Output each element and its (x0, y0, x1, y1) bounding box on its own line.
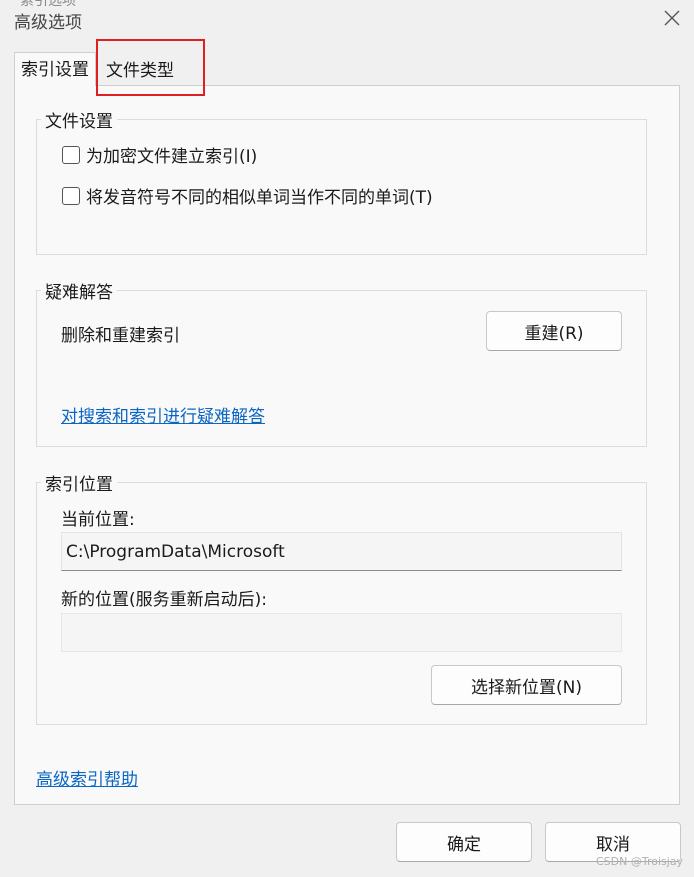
file-settings-legend: 文件设置 (41, 107, 117, 132)
encrypt-checkbox[interactable] (62, 146, 80, 164)
rebuild-button[interactable]: 重建(R) (486, 311, 622, 351)
new-location-field[interactable] (61, 613, 622, 652)
dialog-title: 高级选项 (14, 13, 82, 33)
index-location-legend: 索引位置 (41, 470, 117, 495)
close-button[interactable] (660, 6, 684, 30)
tab-file-types[interactable]: 文件类型 (96, 54, 206, 88)
ok-button[interactable]: 确定 (396, 822, 532, 862)
rebuild-text: 删除和重建索引 (61, 326, 180, 346)
watermark: CSDN @Troisjay (596, 855, 684, 868)
current-location-label: 当前位置: (61, 510, 135, 530)
select-new-location-button[interactable]: 选择新位置(N) (431, 665, 622, 705)
current-location-field[interactable] (61, 532, 622, 571)
troubleshoot-legend: 疑难解答 (41, 278, 117, 303)
tab-index-settings[interactable]: 索引设置 (14, 52, 96, 86)
advanced-index-help-link[interactable]: 高级索引帮助 (36, 765, 138, 790)
diacritics-checkbox[interactable] (62, 187, 80, 205)
diacritics-checkbox-label[interactable]: 将发音符号不同的相似单词当作不同的单词(T) (86, 183, 433, 208)
new-location-label: 新的位置(服务重新启动后): (61, 590, 267, 610)
troubleshoot-link[interactable]: 对搜索和索引进行疑难解答 (61, 402, 265, 427)
encrypt-checkbox-label[interactable]: 为加密文件建立索引(I) (86, 142, 257, 167)
close-icon (664, 10, 680, 26)
